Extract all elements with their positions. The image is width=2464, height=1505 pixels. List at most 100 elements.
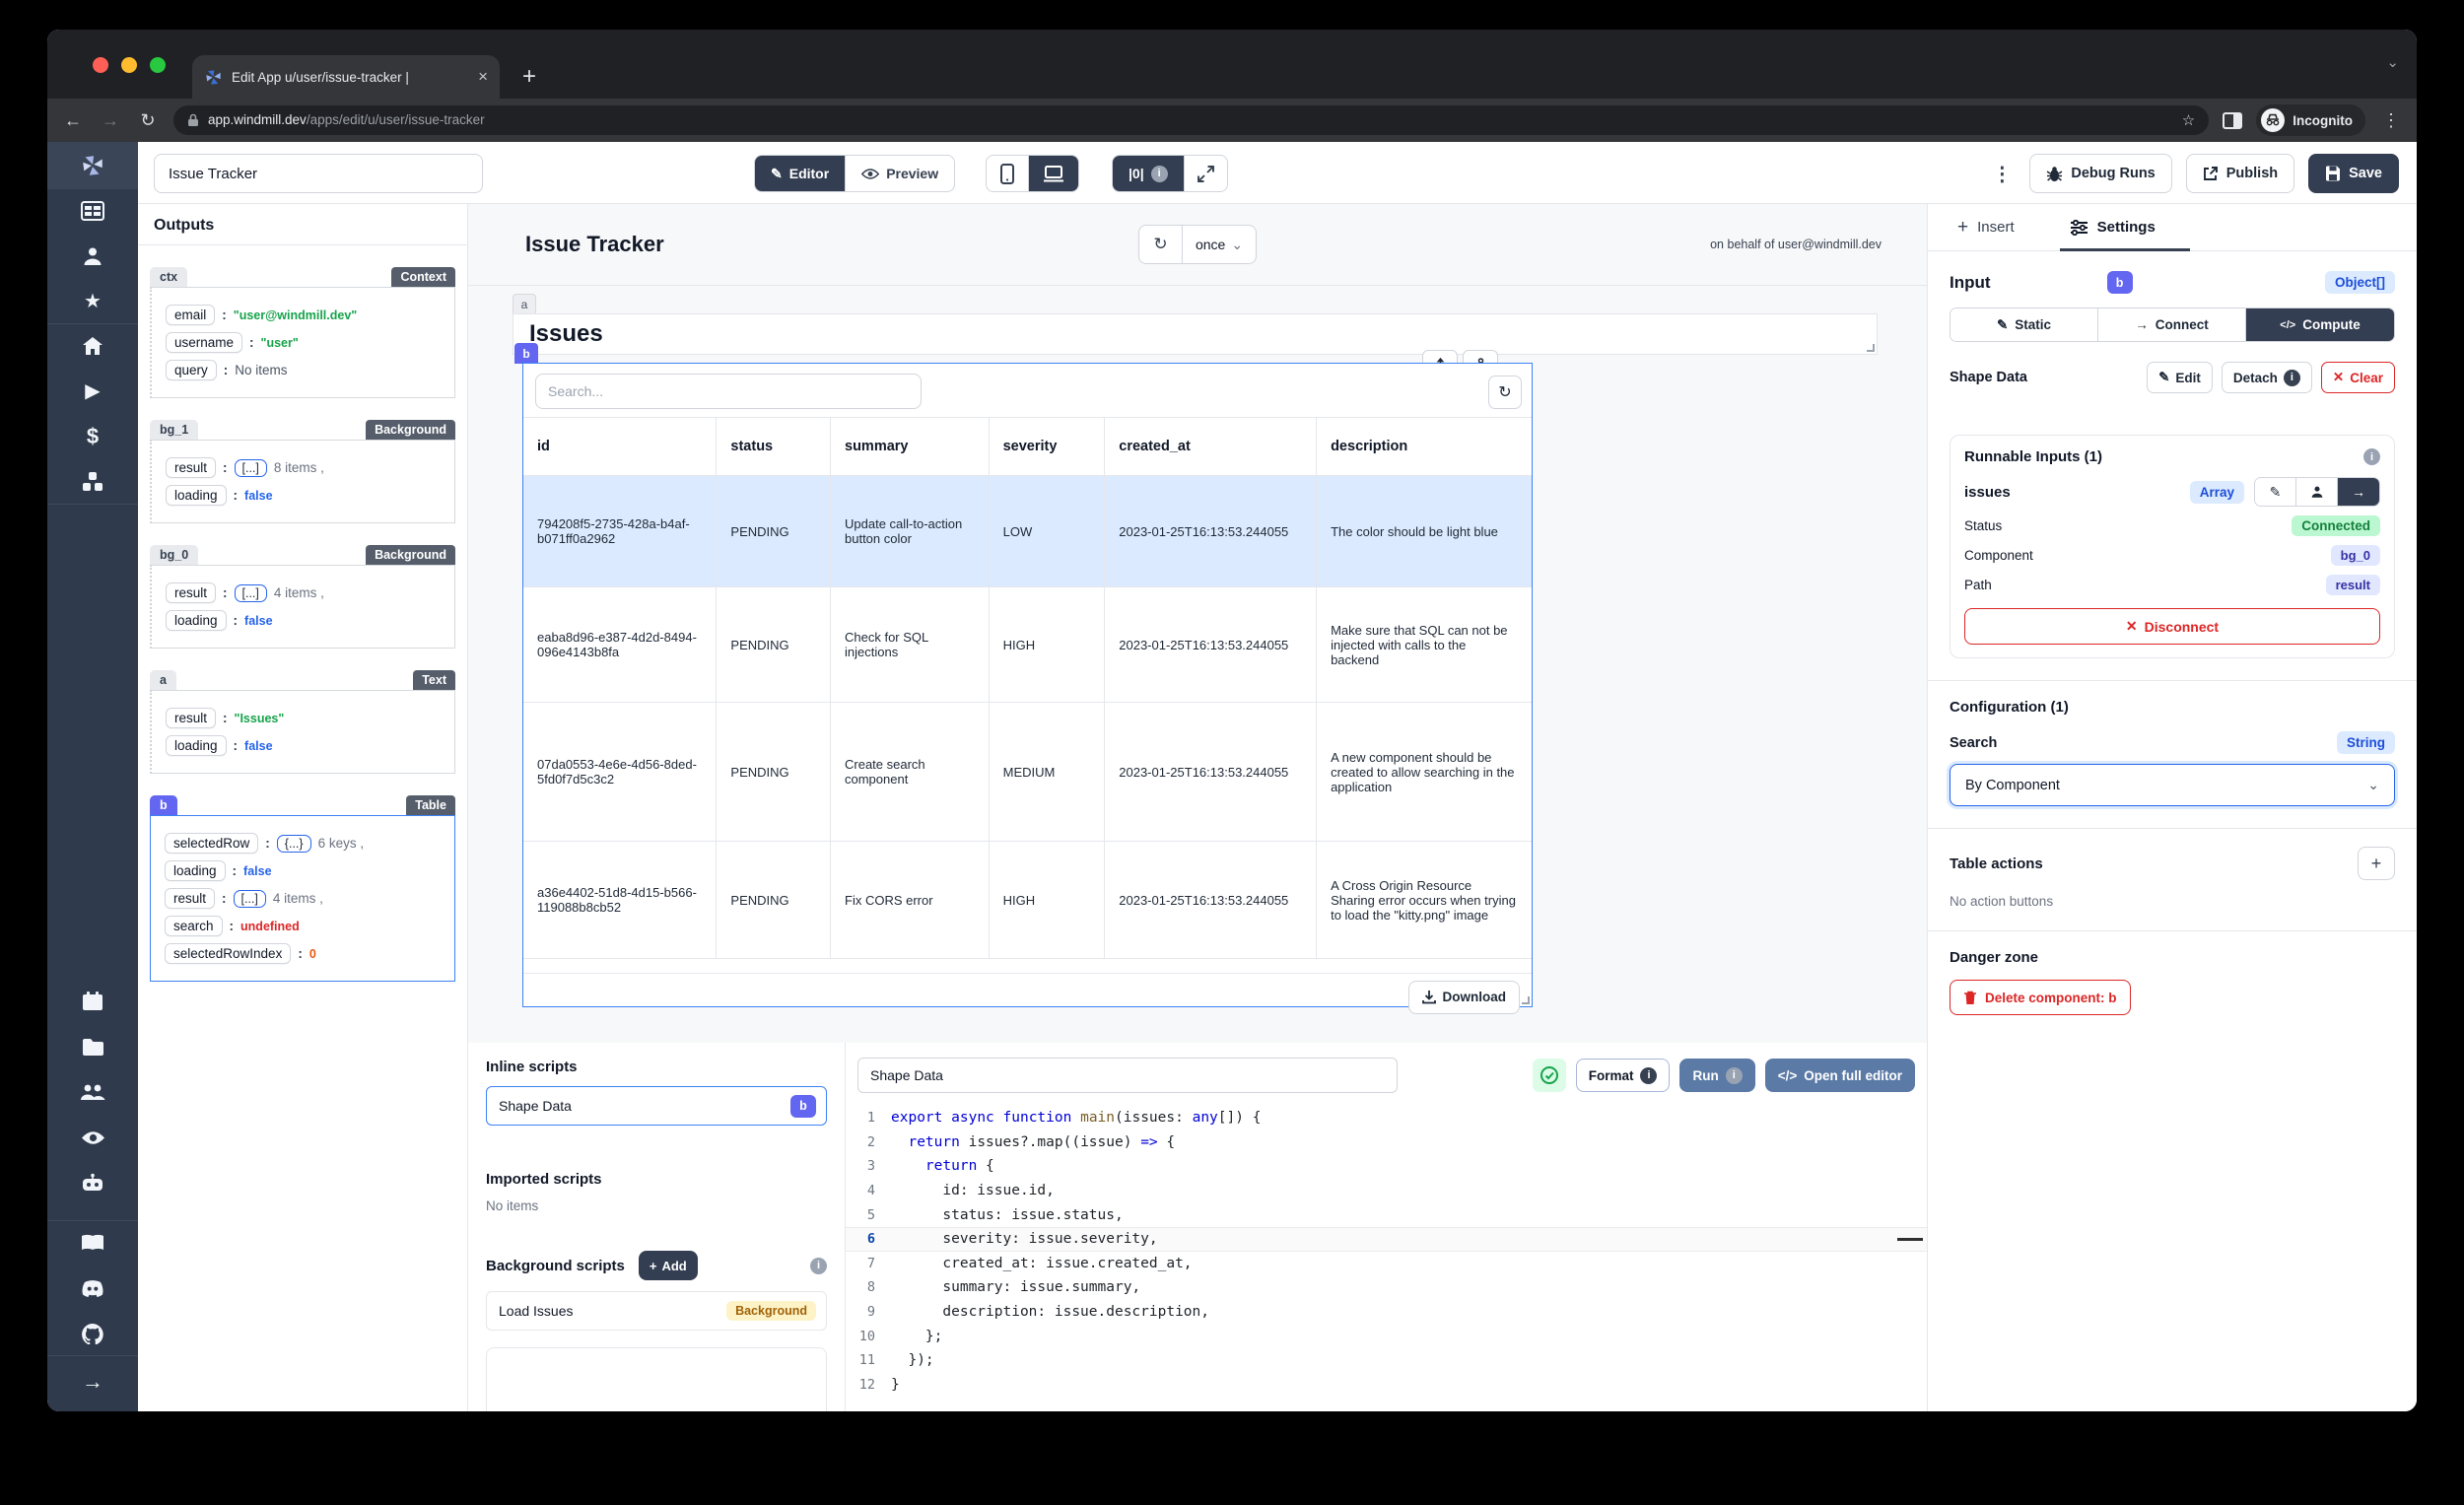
output-key[interactable]: search bbox=[165, 916, 223, 936]
app-name-input[interactable]: Issue Tracker bbox=[154, 154, 483, 193]
resize-handle[interactable] bbox=[1522, 996, 1530, 1004]
output-key[interactable]: selectedRow bbox=[165, 833, 259, 854]
static-mode-button[interactable]: ✎ Static bbox=[1951, 308, 2098, 341]
debug-runs-button[interactable]: Debug Runs bbox=[2029, 154, 2172, 193]
audit-eye-icon[interactable] bbox=[80, 1126, 105, 1149]
folders-icon[interactable] bbox=[80, 1035, 105, 1059]
fullscreen-button[interactable] bbox=[1185, 156, 1227, 191]
traffic-lights[interactable] bbox=[93, 57, 166, 73]
static-kind-button[interactable]: ✎ bbox=[2255, 478, 2296, 506]
output-key[interactable]: username bbox=[166, 332, 243, 353]
schedules-calendar-icon[interactable] bbox=[80, 990, 105, 1013]
code-line[interactable]: 10 }; bbox=[846, 1324, 1927, 1348]
output-id-tab[interactable]: bg_0 bbox=[150, 545, 199, 565]
table-row[interactable]: 07da0553-4e6e-4d56-8ded-5fd0f7d5c3c2 PEND… bbox=[523, 703, 1532, 842]
user-icon[interactable] bbox=[80, 244, 105, 268]
tab-close-icon[interactable]: × bbox=[478, 67, 488, 87]
code-line[interactable]: 3 return { bbox=[846, 1154, 1927, 1179]
disconnect-button[interactable]: ✕ Disconnect bbox=[1964, 608, 2380, 645]
code-editor[interactable]: 1 export async function main(issues: any[… bbox=[846, 1106, 1927, 1411]
output-key[interactable]: loading bbox=[166, 735, 227, 756]
code-line[interactable]: 12} bbox=[846, 1373, 1927, 1398]
code-line[interactable]: 11 }); bbox=[846, 1348, 1927, 1373]
column-header[interactable]: summary bbox=[831, 418, 990, 475]
detach-button[interactable]: Detach i bbox=[2221, 362, 2312, 393]
runs-play-icon[interactable]: ▶ bbox=[80, 379, 105, 403]
favorites-star-icon[interactable]: ★ bbox=[80, 290, 105, 313]
text-component[interactable]: Issues bbox=[513, 313, 1878, 355]
groups-users-icon[interactable] bbox=[80, 1080, 105, 1104]
code-line[interactable]: 6 severity: issue.severity, bbox=[846, 1226, 1927, 1252]
preview-tab[interactable]: Preview bbox=[846, 156, 954, 191]
code-line[interactable]: 4 id: issue.id, bbox=[846, 1179, 1927, 1203]
column-header[interactable]: id bbox=[523, 418, 718, 475]
background-script-item[interactable]: Load Issues Background bbox=[486, 1291, 827, 1331]
connect-kind-button[interactable]: → bbox=[2338, 478, 2379, 506]
back-icon[interactable]: ← bbox=[61, 110, 85, 131]
resize-handle[interactable] bbox=[1867, 344, 1875, 352]
docs-book-icon[interactable] bbox=[80, 1231, 105, 1255]
code-line[interactable]: 1 export async function main(issues: any[… bbox=[846, 1106, 1927, 1130]
app-refresh-icon[interactable]: ↻ bbox=[1139, 226, 1183, 263]
hide-schema-button[interactable]: |0| i bbox=[1113, 156, 1185, 191]
code-line[interactable]: 9 description: issue.description, bbox=[846, 1300, 1927, 1325]
column-header[interactable]: description bbox=[1317, 418, 1532, 475]
discord-icon[interactable] bbox=[80, 1276, 105, 1300]
github-icon[interactable] bbox=[80, 1322, 105, 1345]
bookmark-star-icon[interactable]: ☆ bbox=[2182, 111, 2195, 129]
tab-search-chevron-icon[interactable]: ⌄ bbox=[2386, 53, 2399, 71]
windmill-logo[interactable] bbox=[47, 142, 138, 189]
variables-dollar-icon[interactable]: $ bbox=[80, 425, 105, 448]
maximize-window-button[interactable] bbox=[150, 57, 166, 73]
more-options-icon[interactable]: ⋮ bbox=[1992, 162, 2012, 186]
sidebar-collapse[interactable]: → bbox=[47, 1355, 138, 1411]
output-id-tab[interactable]: bg_1 bbox=[150, 420, 199, 440]
column-header[interactable]: severity bbox=[990, 418, 1106, 475]
output-key[interactable]: loading bbox=[166, 485, 227, 506]
array-chip[interactable]: [...] bbox=[233, 889, 266, 908]
browser-menu-icon[interactable]: ⋮ bbox=[2379, 110, 2403, 131]
tab-insert[interactable]: + Insert bbox=[1957, 217, 2015, 239]
home-icon[interactable] bbox=[80, 334, 105, 358]
code-line[interactable]: 5 status: issue.status, bbox=[846, 1202, 1927, 1227]
apps-icon[interactable] bbox=[80, 199, 105, 223]
array-chip[interactable]: [...] bbox=[234, 583, 267, 602]
output-key[interactable]: result bbox=[166, 457, 217, 478]
resources-blocks-icon[interactable] bbox=[80, 470, 105, 494]
array-chip[interactable]: [...] bbox=[234, 458, 267, 477]
column-header[interactable]: status bbox=[717, 418, 831, 475]
clear-button[interactable]: ✕ Clear bbox=[2320, 362, 2395, 393]
background-script-item-partial[interactable] bbox=[486, 1347, 827, 1411]
component-tag-b[interactable]: b bbox=[514, 343, 538, 364]
save-button[interactable]: Save bbox=[2308, 154, 2399, 193]
refresh-mode-dropdown[interactable]: once ⌄ bbox=[1183, 226, 1256, 263]
output-key[interactable]: result bbox=[165, 888, 216, 909]
code-line[interactable]: 2 return issues?.map((issue) => { bbox=[846, 1130, 1927, 1155]
search-mode-select[interactable]: By Component ⌄ bbox=[1950, 764, 2395, 806]
new-tab-button[interactable]: + bbox=[522, 63, 536, 91]
add-action-button[interactable]: + bbox=[2358, 847, 2395, 880]
output-key[interactable]: query bbox=[166, 360, 217, 380]
add-background-script-button[interactable]: + Add bbox=[638, 1251, 698, 1280]
open-full-editor-button[interactable]: </> Open full editor bbox=[1764, 1059, 1915, 1092]
connect-mode-button[interactable]: → Connect bbox=[2098, 308, 2246, 341]
output-id-tab[interactable]: b bbox=[150, 795, 177, 815]
code-line[interactable]: 8 summary: issue.summary, bbox=[846, 1275, 1927, 1300]
output-key[interactable]: loading bbox=[165, 860, 226, 881]
delete-component-button[interactable]: Delete component: b bbox=[1950, 980, 2131, 1015]
code-line[interactable]: 7 created_at: issue.created_at, bbox=[846, 1252, 1927, 1276]
minimize-window-button[interactable] bbox=[121, 57, 137, 73]
ai-robot-icon[interactable] bbox=[80, 1171, 105, 1195]
output-id-tab[interactable]: a bbox=[150, 670, 176, 690]
download-button[interactable]: Download bbox=[1407, 980, 1520, 1014]
side-panel-icon[interactable] bbox=[2223, 111, 2243, 129]
format-button[interactable]: Format i bbox=[1575, 1059, 1671, 1092]
desktop-view-button[interactable] bbox=[1029, 156, 1078, 191]
reload-icon[interactable]: ↻ bbox=[136, 110, 160, 131]
publish-button[interactable]: Publish bbox=[2185, 154, 2295, 193]
close-window-button[interactable] bbox=[93, 57, 108, 73]
inline-script-item[interactable]: Shape Data b bbox=[486, 1086, 827, 1126]
object-chip[interactable]: {...} bbox=[276, 834, 311, 853]
user-kind-button[interactable] bbox=[2296, 478, 2338, 506]
mobile-view-button[interactable] bbox=[987, 156, 1029, 191]
